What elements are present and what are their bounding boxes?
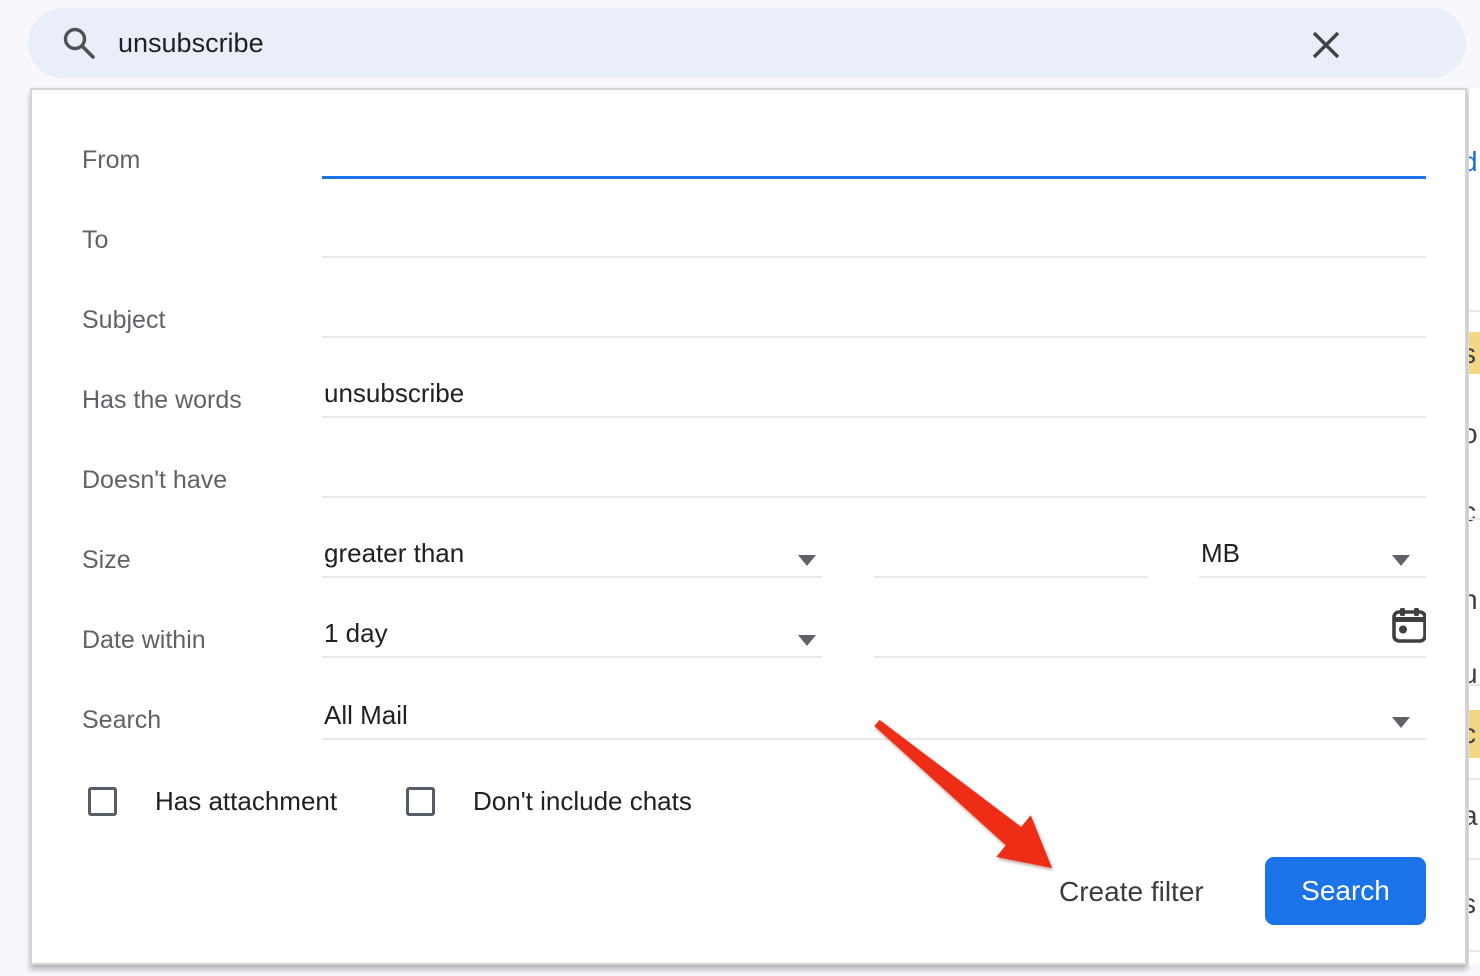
search-input[interactable] [118, 8, 1218, 78]
search-icon [62, 26, 98, 67]
from-field[interactable] [322, 133, 1426, 179]
date-within-label: Date within [82, 626, 206, 655]
subject-field[interactable] [322, 292, 1426, 338]
has-words-label: Has the words [82, 386, 242, 415]
size-unit-value: MB [1201, 538, 1240, 569]
background-text-fragment: c [1469, 496, 1476, 528]
dont-include-chats-group[interactable]: Don't include chats [406, 786, 692, 817]
size-operator-value: greater than [324, 538, 464, 569]
row-divider [1469, 950, 1480, 952]
to-field[interactable] [322, 212, 1426, 258]
date-field[interactable] [874, 606, 1426, 658]
search-button[interactable]: Search [1265, 857, 1426, 925]
dont-include-chats-label: Don't include chats [473, 786, 692, 817]
has-attachment-group[interactable]: Has attachment [88, 786, 337, 817]
chevron-down-icon [1392, 717, 1410, 728]
row-divider [1469, 684, 1480, 686]
size-operator-dropdown[interactable]: greater than [322, 532, 822, 578]
create-filter-button[interactable]: Create filter [1059, 876, 1204, 908]
search-bar[interactable] [28, 8, 1466, 78]
has-words-input[interactable] [324, 378, 1426, 409]
search-scope-value: All Mail [324, 700, 408, 731]
date-range-value: 1 day [324, 618, 388, 649]
date-range-dropdown[interactable]: 1 day [322, 612, 822, 658]
size-amount-field[interactable] [874, 532, 1148, 578]
row-divider [1469, 778, 1480, 780]
chevron-down-icon [798, 635, 816, 646]
background-text-fragment: a [1469, 800, 1478, 832]
background-text-fragment: c [1469, 718, 1476, 750]
chevron-down-icon [798, 555, 816, 566]
advanced-search-dialog: From To Subject Has the words Doesn't ha… [30, 88, 1467, 965]
to-input[interactable] [324, 218, 1426, 249]
dont-include-chats-checkbox[interactable] [406, 787, 435, 816]
close-icon[interactable] [1308, 27, 1344, 63]
search-scope-dropdown[interactable]: All Mail [322, 694, 1426, 740]
doesnt-have-field[interactable] [322, 452, 1426, 498]
doesnt-have-label: Doesn't have [82, 466, 227, 495]
size-amount-input[interactable] [876, 538, 1148, 569]
has-words-field[interactable] [322, 372, 1426, 418]
background-email-list-sliver: d s o c n u c a s [1469, 88, 1480, 965]
size-label: Size [82, 546, 131, 575]
from-label: From [82, 146, 140, 175]
chevron-down-icon [1392, 555, 1410, 566]
date-input[interactable] [876, 618, 1392, 649]
has-attachment-label: Has attachment [155, 786, 337, 817]
calendar-icon[interactable] [1392, 608, 1426, 649]
background-text-fragment: s [1469, 888, 1476, 920]
background-text-fragment: d [1469, 146, 1478, 178]
background-text-fragment: o [1469, 418, 1478, 450]
search-scope-label: Search [82, 706, 161, 735]
has-attachment-checkbox[interactable] [88, 787, 117, 816]
row-divider [1469, 518, 1480, 520]
row-divider [1469, 310, 1480, 312]
to-label: To [82, 226, 108, 255]
subject-input[interactable] [324, 298, 1426, 329]
from-input[interactable] [324, 138, 1426, 169]
background-text-fragment: s [1469, 338, 1476, 370]
size-unit-dropdown[interactable]: MB [1199, 532, 1426, 578]
row-divider [1469, 858, 1480, 860]
doesnt-have-input[interactable] [324, 458, 1426, 489]
subject-label: Subject [82, 306, 165, 335]
background-text-fragment: n [1469, 584, 1478, 616]
